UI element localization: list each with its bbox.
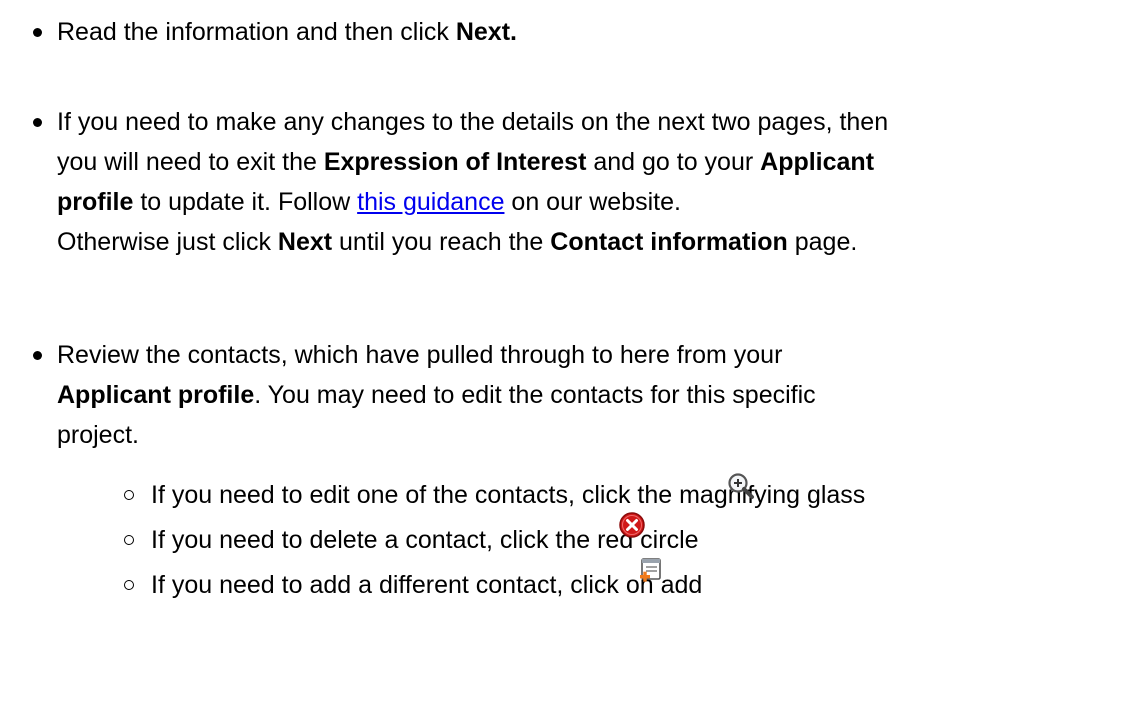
bullet-2-marker [33,118,42,127]
text-run: on our website. [504,188,681,216]
text-run: until you reach the [332,228,551,256]
red-circle-delete-icon[interactable] [618,511,646,539]
magnifying-glass-icon[interactable] [727,472,755,500]
bold-text-run: Next. [455,18,517,46]
bullet-2-line-3: profile to update it. Follow this guidan… [57,187,681,217]
sub-item-2-marker [124,535,134,545]
add-contact-icon[interactable] [634,556,664,586]
sub-item-3-marker [124,580,134,590]
text-run: Review the contacts, which have pulled t… [57,341,783,369]
this-guidance-link[interactable]: this guidance [357,188,504,216]
bullet-1-marker [33,28,42,37]
text-run: If you need to make any changes to the d… [57,108,889,136]
bold-text-run: Expression of Interest [323,148,587,176]
text-run: to update it. Follow [133,188,358,216]
bullet-2-line-2: you will need to exit the Expression of … [57,147,874,177]
bullet-2-line-4: Otherwise just click Next until you reac… [57,227,857,257]
bullet-3-line-2: Applicant profile. You may need to edit … [57,380,816,410]
text-run: project. [57,421,139,449]
bold-text-run: Applicant profile [57,381,255,409]
bold-text-run: profile [57,188,134,216]
sub-item-1-marker [124,490,134,500]
bullet-2-line-1: If you need to make any changes to the d… [57,107,888,137]
text-run: and go to your [586,148,761,176]
text-run: Read the information and then click [57,18,456,46]
bullet-3-line-3: project. [57,420,139,450]
bullet-3-marker [33,351,42,360]
bold-text-run: Next [277,228,333,256]
bullet-3-line-1: Review the contacts, which have pulled t… [57,340,782,370]
sub-item-1-text: If you need to edit one of the contacts,… [151,481,866,509]
text-run: you will need to exit the [57,148,324,176]
bullet-1-line-1: Read the information and then click Next… [57,17,517,47]
bold-text-run: Applicant [760,148,875,176]
document-page: Read the information and then click Next… [0,0,1121,727]
text-run: page. [787,228,858,256]
text-run: Otherwise just click [57,228,278,256]
sub-item-2-text: If you need to delete a contact, click t… [151,526,699,554]
text-run: . You may need to edit the contacts for … [254,381,816,409]
sub-item-3-text: If you need to add a different contact, … [151,571,703,599]
bold-text-run: Contact information [550,228,788,256]
